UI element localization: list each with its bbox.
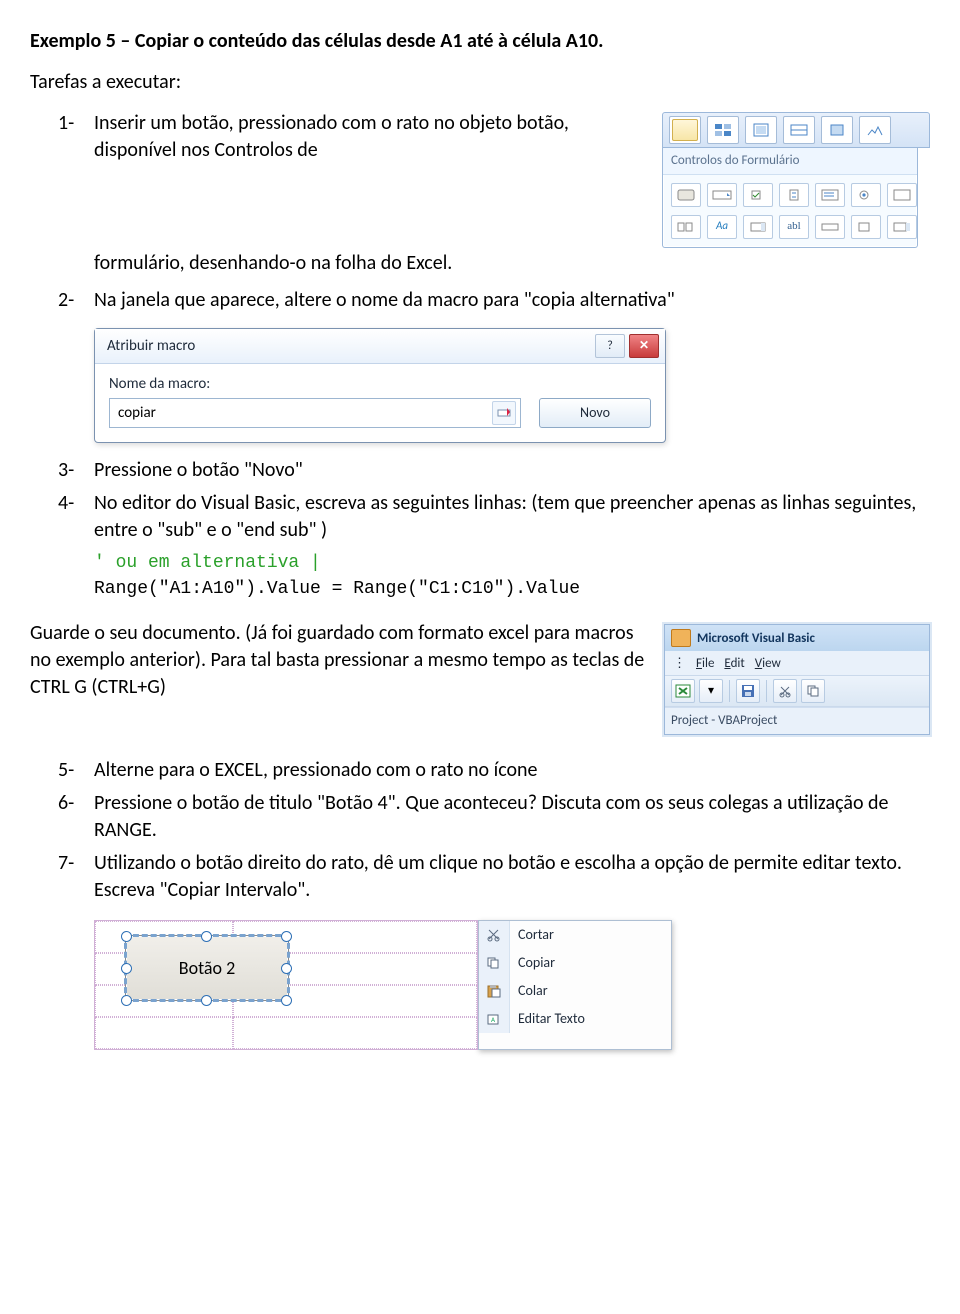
step-7-num: 7-: [58, 850, 94, 904]
form-control-r2-6[interactable]: [851, 215, 881, 239]
ribbon-icon-5[interactable]: [821, 116, 853, 144]
step-2-num: 2-: [58, 287, 94, 314]
code-cursor: |: [310, 553, 321, 573]
context-menu: Cortar Copiar Colar A Editar Texto: [478, 920, 672, 1050]
vba-window: Microsoft Visual Basic ⋮ File Edit View …: [664, 624, 930, 735]
copy-icon: [485, 955, 503, 971]
tasks-intro: Tarefas a executar:: [30, 69, 930, 96]
step-6-text: Pressione o botão de titulo "Botão 4". Q…: [94, 790, 930, 844]
form-control-r2-3[interactable]: [743, 215, 773, 239]
paste-icon: [485, 983, 503, 999]
context-menu-item-label: Cortar: [510, 926, 562, 945]
step-4-text: No editor do Visual Basic, escreva as se…: [94, 490, 930, 544]
vba-window-title: Microsoft Visual Basic: [697, 630, 815, 648]
dialog-title: Atribuir macro: [107, 336, 195, 356]
vba-menubar[interactable]: ⋮ File Edit View: [665, 651, 929, 675]
step-7-text: Utilizando o botão direito do rato, dê u…: [94, 850, 930, 904]
context-menu-cortar[interactable]: Cortar: [479, 921, 671, 949]
form-control-group-icon[interactable]: [887, 183, 917, 207]
form-control-r2-7[interactable]: [887, 215, 917, 239]
vba-copy-icon[interactable]: [801, 679, 825, 703]
step-1-num: 1-: [58, 110, 94, 164]
form-control-textbox-icon[interactable]: abl: [779, 215, 809, 239]
vba-toolbar: ▾: [665, 675, 929, 707]
dialog-close-button[interactable]: ✕: [629, 334, 659, 358]
novo-button[interactable]: Novo: [539, 398, 651, 428]
vba-logo-icon: [671, 629, 691, 647]
step-4-num: 4-: [58, 490, 94, 544]
gallery-title: Controlos do Formulário: [663, 148, 917, 175]
vba-menu-bullet: ⋮: [673, 655, 686, 673]
step-3-num: 3-: [58, 457, 94, 484]
ribbon-icon-4[interactable]: [783, 116, 815, 144]
ribbon-icon-6[interactable]: [859, 116, 891, 144]
assign-macro-dialog: Atribuir macro ? ✕ Nome da macro: copiar…: [94, 328, 666, 443]
macro-name-value: copiar: [118, 403, 156, 423]
vba-save-icon[interactable]: [736, 679, 760, 703]
code-line: Range("A1:A10").Value = Range("C1:C10").…: [94, 576, 930, 602]
context-menu-colar[interactable]: Colar: [479, 977, 671, 1005]
excel-worksheet-sample: Botão 2: [94, 920, 478, 1050]
collapse-dialog-icon[interactable]: [492, 401, 516, 425]
worksheet-button-shape[interactable]: Botão 2: [125, 935, 289, 1001]
step-3-text: Pressione o botão "Novo": [94, 457, 303, 484]
step-5-num: 5-: [58, 757, 94, 784]
excel-switch-icon[interactable]: [671, 679, 695, 703]
context-menu-copiar[interactable]: Copiar: [479, 949, 671, 977]
ribbon-row: [662, 112, 930, 148]
cut-icon: [485, 927, 503, 943]
form-control-r2-1[interactable]: [671, 215, 701, 239]
vba-menu-file[interactable]: File: [696, 655, 714, 673]
page-title: Exemplo 5 – Copiar o conteúdo das célula…: [30, 28, 930, 55]
ribbon-icon-1[interactable]: [669, 116, 701, 144]
vba-menu-edit[interactable]: Edit: [724, 655, 744, 673]
form-control-check-icon[interactable]: [743, 183, 773, 207]
context-menu-editar-texto[interactable]: A Editar Texto: [479, 1005, 671, 1033]
form-control-list-icon[interactable]: [815, 183, 845, 207]
macro-name-input[interactable]: copiar: [109, 398, 521, 428]
form-control-button-icon[interactable]: [671, 183, 701, 207]
edit-text-icon: A: [485, 1011, 503, 1027]
context-menu-item-label: Colar: [510, 982, 556, 1001]
ribbon-icon-2[interactable]: [707, 116, 739, 144]
ribbon-icon-3[interactable]: [745, 116, 777, 144]
form-control-combo-icon[interactable]: [707, 183, 737, 207]
dialog-help-button[interactable]: ?: [595, 334, 625, 358]
context-menu-item-label: Editar Texto: [510, 1010, 593, 1029]
step-6-num: 6-: [58, 790, 94, 844]
context-menu-item-label: Copiar: [510, 954, 563, 973]
vba-code-snippet: ' ou em alternativa | Range("A1:A10").Va…: [94, 550, 930, 602]
step-1-text: Inserir um botão, pressionado com o rato…: [94, 110, 650, 164]
vba-toolbar-drop[interactable]: ▾: [699, 679, 723, 703]
worksheet-button-label: Botão 2: [179, 956, 235, 980]
form-control-label-icon[interactable]: Aa: [707, 215, 737, 239]
step-5-text: Alterne para o EXCEL, pressionado com o …: [94, 757, 538, 784]
vba-project-pane-title: Project - VBAProject: [665, 707, 929, 734]
form-control-option-icon[interactable]: [851, 183, 881, 207]
vba-cut-icon[interactable]: [773, 679, 797, 703]
form-control-spin-icon[interactable]: [779, 183, 809, 207]
macro-name-label: Nome da macro:: [109, 374, 651, 394]
form-control-r2-5[interactable]: [815, 215, 845, 239]
form-controls-gallery: Controlos do Formulário Aa abl: [662, 112, 930, 248]
vba-menu-view[interactable]: View: [755, 655, 781, 673]
code-comment: ' ou em alternativa: [94, 553, 310, 573]
step-2-text: Na janela que aparece, altere o nome da …: [94, 287, 675, 314]
step-1b-text: formulário, desenhando-o na folha do Exc…: [94, 250, 930, 277]
